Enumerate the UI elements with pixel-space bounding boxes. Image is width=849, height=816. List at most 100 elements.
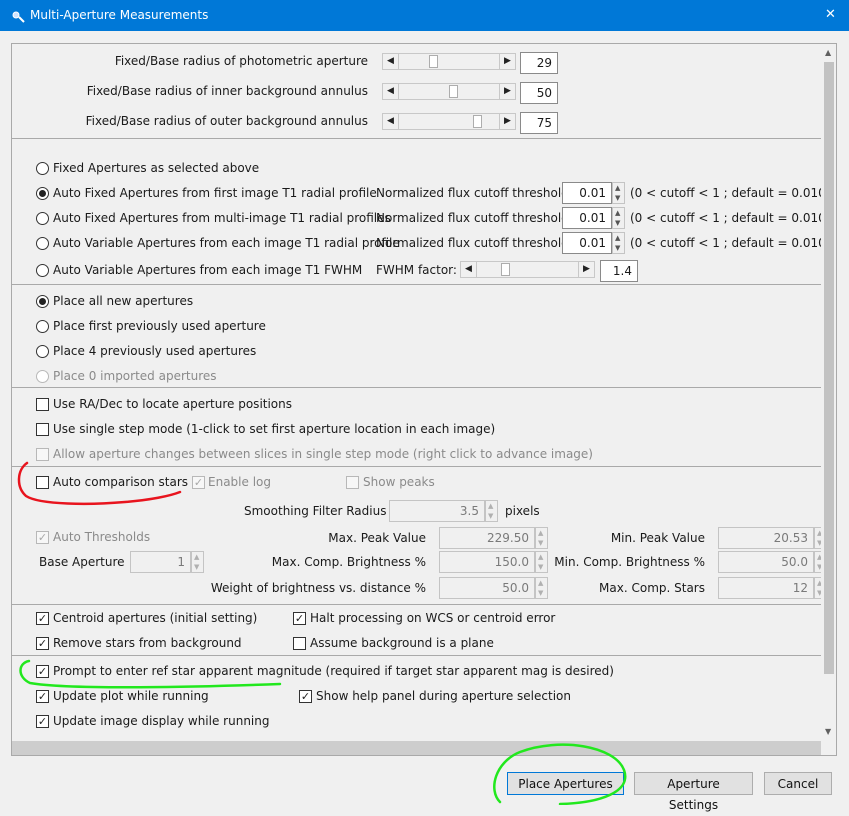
- slider-right-button[interactable]: ▶: [499, 84, 515, 99]
- scroll-thumb[interactable]: [824, 62, 834, 674]
- radius-field[interactable]: 75: [520, 112, 558, 134]
- option-checkbox[interactable]: [36, 448, 49, 461]
- radius-slider[interactable]: ◀ ▶: [382, 53, 516, 70]
- aperture-mode-radio[interactable]: [36, 237, 49, 250]
- check-icon: ✓: [37, 690, 48, 703]
- help-panel-label: Show help panel during aperture selectio…: [316, 689, 571, 703]
- auto-thresholds-checkbox[interactable]: ✓: [36, 531, 49, 544]
- down-arrow-icon: ▼: [194, 563, 200, 571]
- placement-label: Place all new apertures: [53, 294, 194, 308]
- slider-right-button[interactable]: ▶: [578, 262, 594, 277]
- slider-thumb[interactable]: [449, 85, 458, 98]
- scroll-down-icon[interactable]: ▼: [825, 727, 831, 736]
- radius-slider[interactable]: ◀ ▶: [382, 113, 516, 130]
- weight-field[interactable]: 50.0: [439, 577, 535, 599]
- min-comp-brightness-field[interactable]: 50.0: [718, 551, 814, 573]
- prompt-magnitude-checkbox[interactable]: ✓: [36, 665, 49, 678]
- show-peaks-label: Show peaks: [363, 475, 435, 489]
- radius-field[interactable]: 50: [520, 82, 558, 104]
- vertical-scrollbar[interactable]: ▲ ▼: [821, 44, 836, 741]
- aperture-mode-radio[interactable]: [36, 264, 49, 277]
- radius-field[interactable]: 29: [520, 52, 558, 74]
- down-arrow-icon: ▼: [488, 512, 494, 520]
- aperture-mode-radio[interactable]: [36, 162, 49, 175]
- slider-thumb[interactable]: [429, 55, 438, 68]
- show-peaks-checkbox[interactable]: [346, 476, 359, 489]
- cutoff-threshold-field[interactable]: 0.01: [562, 207, 612, 229]
- help-panel-checkbox[interactable]: ✓: [299, 690, 312, 703]
- aperture-mode-label: Auto Variable Apertures from each image …: [53, 263, 363, 277]
- update-image-checkbox[interactable]: ✓: [36, 715, 49, 728]
- auto-comparison-checkbox[interactable]: [36, 476, 49, 489]
- right-arrow-icon: ▶: [504, 56, 511, 66]
- down-arrow-icon: ▼: [615, 194, 621, 202]
- max-comp-stars-field[interactable]: 12: [718, 577, 814, 599]
- radius-slider[interactable]: ◀ ▶: [382, 83, 516, 100]
- smoothing-spinner[interactable]: ▲ ▼: [485, 500, 498, 522]
- auto-thresholds-label: Auto Thresholds: [53, 530, 151, 544]
- left-arrow-icon: ◀: [387, 86, 394, 96]
- radius-label: Fixed/Base radius of inner background an…: [86, 84, 368, 98]
- cutoff-threshold-spinner[interactable]: ▲ ▼: [612, 207, 625, 229]
- up-arrow-icon: ▲: [194, 553, 200, 561]
- divider: [12, 284, 822, 285]
- cutoff-threshold-field[interactable]: 0.01: [562, 182, 612, 204]
- cancel-button[interactable]: Cancel: [764, 772, 832, 795]
- slider-left-button[interactable]: ◀: [383, 84, 399, 99]
- placement-radio[interactable]: [36, 295, 49, 308]
- auto-comparison-label: Auto comparison stars: [53, 475, 189, 489]
- centroid-label: Centroid apertures (initial setting): [53, 611, 258, 625]
- aperture-mode-radio[interactable]: [36, 212, 49, 225]
- max-peak-field[interactable]: 229.50: [439, 527, 535, 549]
- max-peak-label: Max. Peak Value: [328, 531, 426, 545]
- fwhm-factor-field[interactable]: 1.4: [600, 260, 638, 282]
- min-peak-field[interactable]: 20.53: [718, 527, 814, 549]
- centroid-checkbox[interactable]: ✓: [36, 612, 49, 625]
- max-comp-brightness-field[interactable]: 150.0: [439, 551, 535, 573]
- remove-stars-checkbox[interactable]: ✓: [36, 637, 49, 650]
- placement-radio[interactable]: [36, 370, 49, 383]
- aperture-mode-radio[interactable]: [36, 187, 49, 200]
- option-label: Use single step mode (1-click to set fir…: [53, 422, 496, 436]
- slider-right-button[interactable]: ▶: [499, 114, 515, 129]
- slider-thumb[interactable]: [501, 263, 510, 276]
- mode-param-label: Normalized flux cutoff threshold:: [376, 236, 573, 250]
- cutoff-threshold-field[interactable]: 0.01: [562, 232, 612, 254]
- down-arrow-icon: ▼: [538, 589, 544, 597]
- weight-label: Weight of brightness vs. distance %: [210, 581, 426, 595]
- slider-left-button[interactable]: ◀: [383, 114, 399, 129]
- cutoff-threshold-spinner[interactable]: ▲ ▼: [612, 182, 625, 204]
- max-peak-spinner[interactable]: ▲ ▼: [535, 527, 548, 549]
- mode-param-label: Normalized flux cutoff threshold:: [376, 186, 573, 200]
- halt-checkbox[interactable]: ✓: [293, 612, 306, 625]
- place-apertures-button[interactable]: Place Apertures: [507, 772, 624, 795]
- placement-radio[interactable]: [36, 320, 49, 333]
- slider-left-button[interactable]: ◀: [461, 262, 477, 277]
- left-arrow-icon: ◀: [465, 264, 472, 274]
- scroll-up-icon[interactable]: ▲: [825, 48, 831, 57]
- fwhm-factor-slider[interactable]: ◀ ▶: [460, 261, 595, 278]
- cutoff-threshold-spinner[interactable]: ▲ ▼: [612, 232, 625, 254]
- enable-log-checkbox[interactable]: ✓: [192, 476, 205, 489]
- base-aperture-spinner[interactable]: ▲ ▼: [191, 551, 204, 573]
- weight-spinner[interactable]: ▲ ▼: [535, 577, 548, 599]
- background-plane-checkbox[interactable]: [293, 637, 306, 650]
- slider-left-button[interactable]: ◀: [383, 54, 399, 69]
- slider-right-button[interactable]: ▶: [499, 54, 515, 69]
- placement-radio[interactable]: [36, 345, 49, 358]
- aperture-settings-button[interactable]: Aperture Settings: [634, 772, 753, 812]
- horizontal-scrollbar[interactable]: [12, 741, 821, 755]
- max-comp-brightness-spinner[interactable]: ▲ ▼: [535, 551, 548, 573]
- close-button[interactable]: ✕: [811, 0, 849, 31]
- slider-thumb[interactable]: [473, 115, 482, 128]
- right-arrow-icon: ▶: [583, 264, 590, 274]
- divider: [12, 604, 822, 605]
- check-icon: ✓: [37, 612, 48, 625]
- option-checkbox[interactable]: [36, 398, 49, 411]
- update-plot-checkbox[interactable]: ✓: [36, 690, 49, 703]
- smoothing-field[interactable]: 3.5: [389, 500, 485, 522]
- right-arrow-icon: ▶: [504, 86, 511, 96]
- check-icon: ✓: [300, 690, 311, 703]
- option-checkbox[interactable]: [36, 423, 49, 436]
- base-aperture-field[interactable]: 1: [130, 551, 191, 573]
